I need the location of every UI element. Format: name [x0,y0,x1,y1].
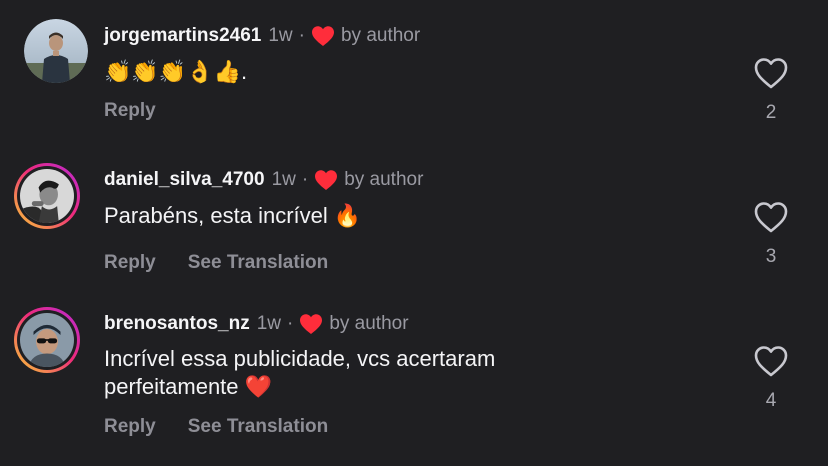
liked-by-author-label: by author [329,313,409,334]
like-count: 2 [765,102,777,123]
heart-outline-icon[interactable] [753,344,789,378]
avatar[interactable] [24,19,88,83]
like-control[interactable]: 4 [752,344,790,412]
separator: · [287,313,294,334]
avatar-ring-inner [17,310,77,370]
reply-button[interactable]: Reply [104,252,156,274]
like-count: 4 [765,390,777,411]
avatar-photo [20,169,74,223]
avatar-photo [20,313,74,367]
see-translation-button[interactable]: See Translation [188,416,328,438]
comment-meta: jorgemartins2461 1w · by author [104,23,420,49]
see-translation-button[interactable]: See Translation [188,252,328,274]
avatar[interactable] [14,163,80,229]
like-count: 3 [765,246,777,267]
comment-text: 👏👏👏👌👍. [104,59,248,84]
heart-outline-icon[interactable] [753,56,789,90]
reply-button[interactable]: Reply [104,100,156,122]
heart-filled-icon [311,26,334,46]
comment-actions: Reply See Translation [104,250,328,276]
like-control[interactable]: 2 [752,56,790,124]
like-control[interactable]: 3 [752,200,790,268]
username[interactable]: daniel_silva_4700 [104,169,265,191]
liked-by-author-label: by author [340,25,421,46]
heart-filled-icon [300,314,323,334]
avatar-photo [24,19,88,83]
avatar[interactable] [14,307,80,373]
username[interactable]: jorgemartins2461 [104,25,261,47]
liked-by-author-label: by author [344,169,424,190]
comment-text: Parabéns, esta incrível 🔥 [104,203,362,228]
avatar-ring-inner [17,166,77,226]
timestamp: 1w [256,313,281,334]
reply-button[interactable]: Reply [104,416,156,438]
timestamp: 1w [268,25,293,46]
heart-filled-icon [315,170,338,190]
heart-outline-icon[interactable] [753,200,789,234]
comment-text: Incrível essa publicidade, vcs acertaram… [104,346,496,399]
comment-actions: Reply [104,98,156,124]
username[interactable]: brenosantos_nz [104,313,250,335]
comment-actions: Reply See Translation [104,414,328,440]
separator: · [298,25,305,46]
comment-meta: daniel_silva_4700 1w · by author [104,167,423,193]
timestamp: 1w [271,169,296,190]
comment-meta: brenosantos_nz 1w · by author [104,311,409,337]
separator: · [301,169,309,190]
